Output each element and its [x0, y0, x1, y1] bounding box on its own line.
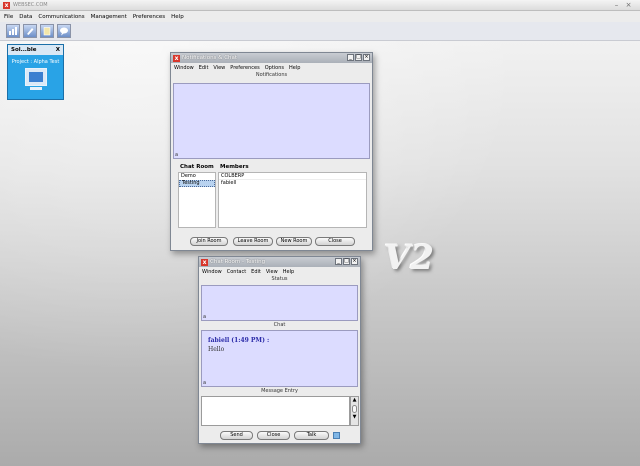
scroll-thumb[interactable]: [352, 405, 357, 413]
monitor-base: [29, 87, 42, 90]
members-header: Members: [220, 164, 249, 170]
member-colberp[interactable]: COLBERP: [219, 173, 366, 180]
minimize-icon[interactable]: _: [347, 54, 354, 61]
chat-room-header: Chat Room: [180, 164, 214, 170]
menu-edit[interactable]: Edit: [251, 269, 261, 275]
menu-view[interactable]: View: [213, 65, 225, 71]
menu-help[interactable]: Help: [171, 14, 184, 20]
chat-room-list: Demo Testing: [178, 172, 216, 228]
notifications-titlebar[interactable]: x Notifications & Chat _ □ ×: [171, 53, 372, 63]
status-pane[interactable]: a: [201, 285, 358, 321]
minimize-icon[interactable]: _: [335, 258, 342, 265]
clipboard-icon[interactable]: [40, 24, 54, 38]
pen-icon[interactable]: [23, 24, 37, 38]
chat-room-window: x Chat Room - Testing _ □ × Window Conta…: [198, 256, 361, 444]
notifications-pane[interactable]: a: [173, 83, 370, 159]
window-logo-icon: x: [173, 54, 180, 62]
pane-corner-marker: a: [175, 152, 179, 158]
send-button[interactable]: Send: [220, 431, 253, 440]
maximize-icon[interactable]: □: [343, 258, 350, 265]
project-panel[interactable]: Sol...ble X Project : Alpha Test: [7, 44, 64, 100]
menu-window[interactable]: Window: [202, 269, 222, 275]
menu-options[interactable]: Options: [265, 65, 284, 71]
notifications-window: x Notifications & Chat _ □ × Window Edit…: [170, 52, 373, 251]
maximize-icon[interactable]: □: [355, 54, 362, 61]
app-logo-icon: x: [3, 1, 10, 9]
project-panel-header: Sol...ble X: [8, 45, 63, 55]
message-time: (1:49 PM) :: [231, 337, 270, 344]
chat-bubble-icon[interactable]: [57, 24, 71, 38]
project-panel-close-icon[interactable]: X: [56, 47, 60, 53]
window-logo-icon: x: [201, 258, 208, 266]
menu-contact[interactable]: Contact: [227, 269, 246, 275]
menu-view[interactable]: View: [266, 269, 278, 275]
app-title: WEBSEC.COM: [13, 2, 48, 8]
chat-room-testing[interactable]: Testing: [179, 180, 215, 187]
chat-label: Chat: [273, 322, 286, 328]
chat-room-menubar: Window Contact Edit View Help: [199, 267, 360, 276]
pane-corner-marker: a: [203, 380, 207, 386]
talk-button[interactable]: Talk: [294, 431, 329, 440]
minimize-icon[interactable]: –: [612, 1, 621, 9]
message-text: Hello: [208, 346, 225, 353]
menu-help[interactable]: Help: [283, 269, 294, 275]
message-sender: fabiell: [208, 337, 230, 344]
app-titlebar: x WEBSEC.COM – ×: [0, 0, 640, 11]
close-icon[interactable]: ×: [624, 1, 633, 9]
project-name: Project : Alpha Test: [11, 59, 60, 65]
menu-data[interactable]: Data: [19, 14, 32, 20]
message-entry-label: Message Entry: [261, 388, 298, 394]
app-menubar: File Data Communications Management Pref…: [0, 11, 640, 22]
menu-preferences[interactable]: Preferences: [230, 65, 259, 71]
chat-message: fabiell (1:49 PM) : Hello: [208, 337, 269, 353]
chart-icon[interactable]: [6, 24, 20, 38]
monitor-icon: [24, 68, 47, 86]
menu-edit[interactable]: Edit: [199, 65, 209, 71]
chat-room-window-title: Chat Room - Testing: [210, 259, 266, 265]
close-button[interactable]: Close: [315, 237, 355, 246]
chat-room-titlebar[interactable]: x Chat Room - Testing _ □ ×: [199, 257, 360, 267]
notifications-label: Notifications: [255, 72, 288, 78]
message-entry-input[interactable]: [201, 396, 350, 426]
members-list: COLBERP fabiell: [218, 172, 367, 228]
notifications-menubar: Window Edit View Preferences Options Hel…: [171, 63, 372, 72]
pane-corner-marker: a: [203, 314, 207, 320]
menu-window[interactable]: Window: [174, 65, 194, 71]
talk-indicator-icon: [333, 432, 340, 439]
project-panel-title: Sol...ble: [11, 47, 37, 53]
member-fabiell[interactable]: fabiell: [219, 180, 366, 187]
scroll-down-icon[interactable]: ▼: [351, 414, 358, 421]
chat-transcript-pane[interactable]: fabiell (1:49 PM) : Hello a: [201, 330, 358, 387]
scroll-up-icon[interactable]: ▲: [351, 397, 358, 404]
app-toolbar: [0, 22, 640, 41]
close-button[interactable]: Close: [257, 431, 290, 440]
menu-preferences[interactable]: Preferences: [133, 14, 165, 20]
notifications-window-title: Notifications & Chat: [182, 55, 238, 61]
leave-room-button[interactable]: Leave Room: [233, 237, 273, 246]
new-room-button[interactable]: New Room: [276, 237, 312, 246]
close-icon[interactable]: ×: [363, 54, 370, 61]
version-watermark: V2: [384, 238, 435, 278]
join-room-button[interactable]: Join Room: [190, 237, 228, 246]
menu-file[interactable]: File: [4, 14, 13, 20]
menu-communications[interactable]: Communications: [38, 14, 84, 20]
menu-management[interactable]: Management: [91, 14, 127, 20]
status-label: Status: [271, 276, 288, 282]
chat-room-demo[interactable]: Demo: [179, 173, 215, 180]
message-entry-scrollbar[interactable]: ▲ ▼: [350, 396, 359, 426]
menu-help[interactable]: Help: [289, 65, 300, 71]
close-icon[interactable]: ×: [351, 258, 358, 265]
